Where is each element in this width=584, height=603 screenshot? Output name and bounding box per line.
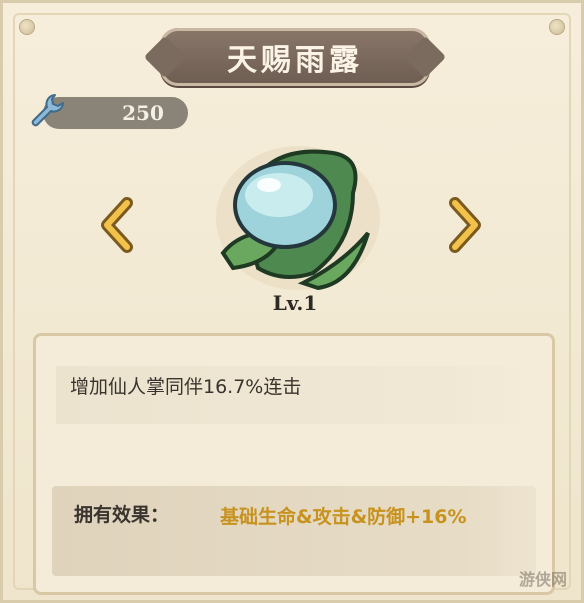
item-description: 增加仙人掌同伴16.7%连击 [70,376,302,398]
wrench-icon [31,94,64,127]
dew-drop-item-icon [216,146,380,291]
page-title: 天赐雨露 [227,43,363,78]
corner-ornament [549,19,565,35]
previous-item-arrow[interactable] [95,195,139,255]
title-banner: 天赐雨露 [160,28,430,86]
effect-value: 基础生命&攻击&防御+16% [220,506,467,528]
effect-label: 拥有效果： [74,504,170,526]
watermark: 游侠网 [518,570,567,589]
currency-value: 250 [122,101,164,125]
next-item-arrow[interactable] [443,195,487,255]
item-level: Lv.1 [272,291,318,315]
description-box: 增加仙人掌同伴16.7%连击 拥有效果： 基础生命&攻击&防御+16% [33,333,555,595]
corner-ornament [19,19,35,35]
item-detail-panel: 天赐雨露 250 Lv.1 增加仙人掌同伴16.7%连击 拥有效果： 基础生命&… [0,0,584,603]
effect-row: 拥有效果： 基础生命&攻击&防御+16% [52,486,536,576]
